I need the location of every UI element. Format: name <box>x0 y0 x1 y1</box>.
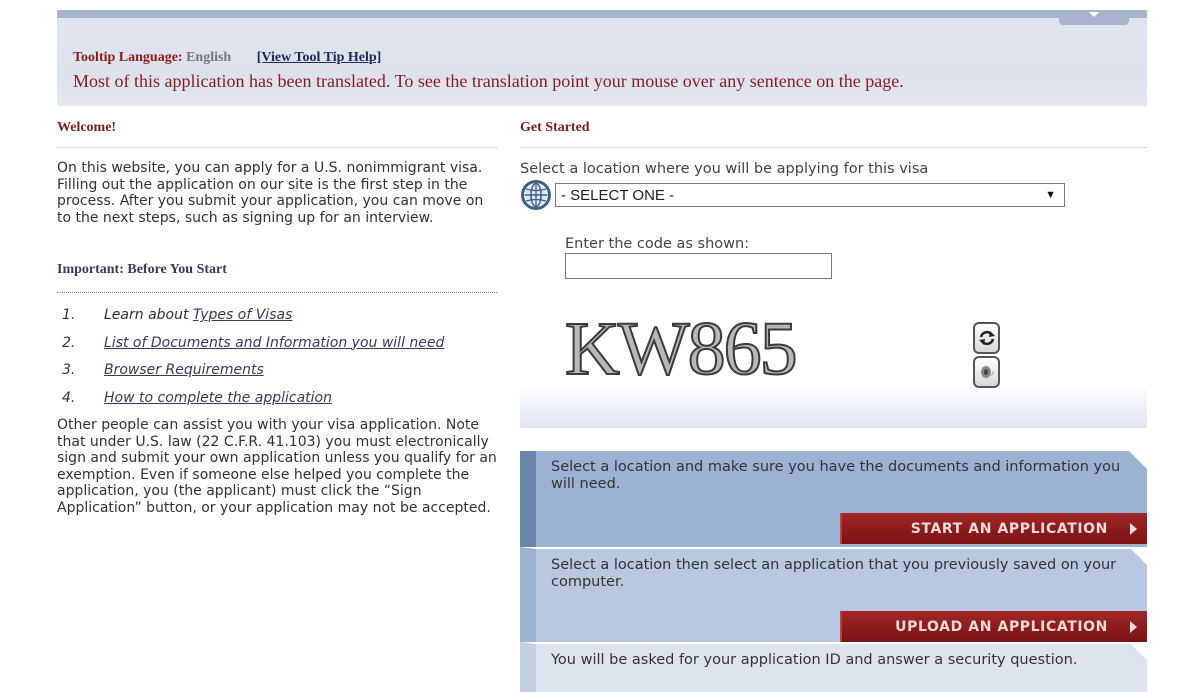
retrieve-application-panel: You will be asked for your application I… <box>520 642 1147 692</box>
upload-application-panel: Select a location then select an applica… <box>520 547 1147 642</box>
captcha-code-input[interactable] <box>565 253 832 279</box>
location-select[interactable]: - SELECT ONE - ▼ <box>555 183 1065 207</box>
browser-requirements-link[interactable]: Browser Requirements <box>104 362 264 378</box>
captcha-area: KW865 <box>520 305 1147 428</box>
step-prefix: Learn about <box>104 307 193 323</box>
captcha-code-label: Enter the code as shown: <box>565 236 750 252</box>
start-application-button[interactable]: START AN APPLICATION <box>840 513 1147 544</box>
tooltip-language-label: Tooltip Language: <box>73 50 183 65</box>
start-application-label: START AN APPLICATION <box>910 520 1108 537</box>
speaker-icon <box>980 366 993 378</box>
types-of-visas-link[interactable]: Types of Visas <box>193 307 292 323</box>
how-to-complete-link[interactable]: How to complete the application <box>104 390 332 406</box>
action-panels: Select a location and make sure you have… <box>520 451 1147 692</box>
upload-application-label: UPLOAD AN APPLICATION <box>895 618 1108 635</box>
assistance-text: Other people can assist you with your vi… <box>57 417 497 516</box>
start-application-description: Select a location and make sure you have… <box>551 459 1121 492</box>
arrow-right-icon <box>1130 523 1137 535</box>
view-tooltip-help-link[interactable]: [View Tool Tip Help] <box>257 50 382 65</box>
upload-application-button[interactable]: UPLOAD AN APPLICATION <box>840 611 1147 642</box>
important-heading: Important: Before You Start <box>57 248 497 293</box>
right-column: Get Started Select a location where you … <box>520 106 1147 279</box>
arrow-right-icon <box>1130 621 1137 633</box>
location-label: Select a location where you will be appl… <box>520 161 929 177</box>
globe-icon <box>521 180 551 210</box>
step-number: 4. <box>62 389 76 406</box>
step-number: 3. <box>62 362 76 378</box>
refresh-icon <box>978 330 995 346</box>
list-item: 4. How to complete the application <box>57 390 497 407</box>
tooltip-banner: Tooltip Language: English [View Tool Tip… <box>57 10 1147 106</box>
steps-list: 1. Learn about Types of Visas 2. List of… <box>57 307 497 406</box>
location-row: - SELECT ONE - ▼ <box>520 179 1147 211</box>
captcha-entry: Enter the code as shown: <box>565 236 1147 279</box>
documents-list-link[interactable]: List of Documents and Information you wi… <box>104 335 444 351</box>
step-number: 1. <box>62 307 76 323</box>
start-application-panel: Select a location and make sure you have… <box>520 451 1147 547</box>
caret-down-icon <box>1089 12 1099 17</box>
welcome-text: On this website, you can apply for a U.S… <box>57 160 484 226</box>
location-select-value: - SELECT ONE - <box>561 186 675 204</box>
tooltip-language-value: English <box>186 50 232 65</box>
tooltip-language-row: Tooltip Language: English [View Tool Tip… <box>73 50 381 66</box>
audio-captcha-button[interactable] <box>973 356 1000 388</box>
upload-application-description: Select a location then select an applica… <box>551 557 1117 590</box>
refresh-captcha-button[interactable] <box>973 322 1000 354</box>
list-item: 2. List of Documents and Information you… <box>57 335 497 352</box>
list-item: 3. Browser Requirements <box>57 362 497 379</box>
captcha-image-text: KW865 <box>564 307 799 391</box>
step-number: 2. <box>62 334 76 351</box>
banner-collapse-tab[interactable] <box>1059 12 1129 25</box>
captcha-image: KW865 <box>564 307 880 391</box>
retrieve-application-description: You will be asked for your application I… <box>551 652 1078 668</box>
get-started-heading: Get Started <box>520 106 1147 148</box>
translation-note: Most of this application has been transl… <box>73 71 904 91</box>
list-item: 1. Learn about Types of Visas <box>57 307 497 324</box>
left-column: Welcome! On this website, you can apply … <box>57 106 497 516</box>
welcome-heading: Welcome! <box>57 106 497 148</box>
dropdown-arrow-icon: ▼ <box>1045 189 1056 201</box>
banner-top-bar <box>57 10 1147 18</box>
